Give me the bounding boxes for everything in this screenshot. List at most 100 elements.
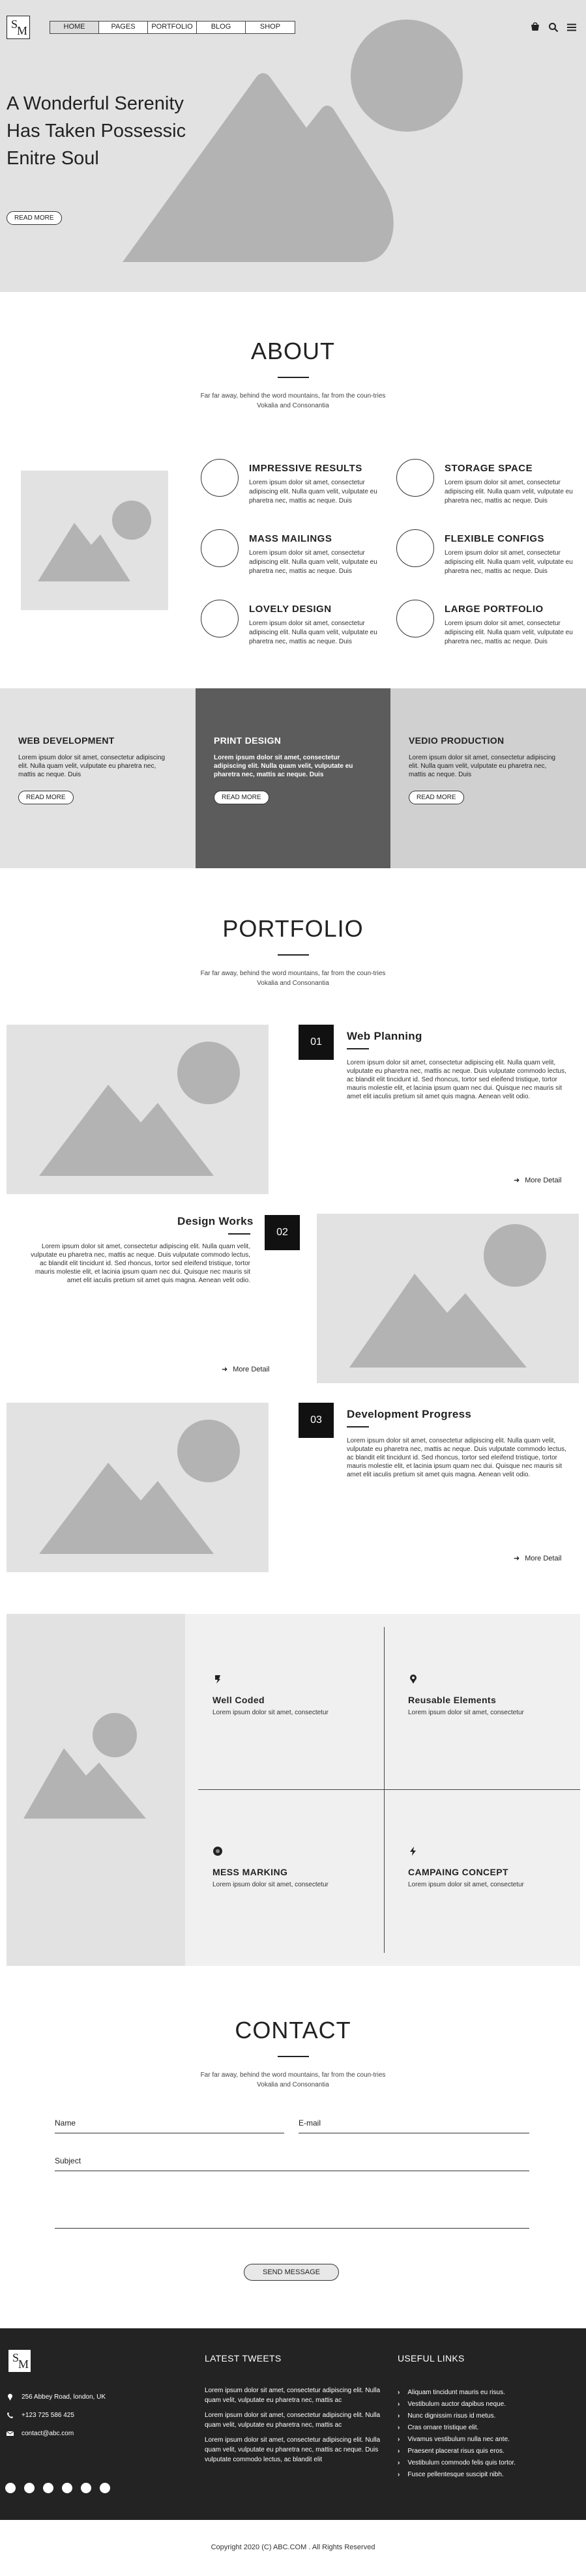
tweet-item: Lorem ipsum dolor sit amet, consectetur … <box>205 2387 381 2404</box>
contact-section: CONTACT Far far away, behind the word mo… <box>0 1966 586 2328</box>
nav-item-home[interactable]: HOME <box>50 22 99 33</box>
nav-item-blog[interactable]: BLOG <box>197 22 246 33</box>
cart-icon[interactable] <box>530 22 540 33</box>
portfolio-title: Web Planning <box>347 1030 422 1042</box>
nav-item-pages[interactable]: PAGES <box>99 22 148 33</box>
arrow-right-icon: ➜ <box>514 1555 520 1562</box>
social-icon[interactable] <box>100 2483 110 2493</box>
heading-divider <box>277 377 309 378</box>
footer-link[interactable]: Fusce pellentesque suscipit nibh. <box>398 2469 516 2481</box>
footer-link[interactable]: Vestibulum commodo felis quis tortor. <box>398 2457 516 2469</box>
service-vedio-production: VEDIO PRODUCTION Lorem ipsum dolor sit a… <box>390 688 586 868</box>
about-subtitle: Far far away, behind the word mountains,… <box>200 392 386 409</box>
menu-icon[interactable] <box>566 22 577 33</box>
hero-title: A Wonderful Serenity Has Taken Possessic… <box>7 93 186 169</box>
brand-logo[interactable]: SM <box>7 16 30 39</box>
top-nav: SM HOME PAGES PORTFOLIO BLOG SHOP <box>7 16 577 39</box>
more-detail-link[interactable]: ➜ More Detail <box>222 1365 269 1373</box>
useful-links-list: Aliquam tincidunt mauris eu risus. Vesti… <box>398 2387 516 2481</box>
feature-icon-circle <box>396 529 434 567</box>
nav-item-portfolio[interactable]: PORTFOLIO <box>148 22 197 33</box>
feature-icon-circle <box>201 459 239 497</box>
feature-reusable-elements: Reusable Elements Lorem ipsum dolor sit … <box>408 1674 578 1716</box>
contact-heading: CONTACT <box>235 2017 351 2043</box>
portfolio-section: PORTFOLIO Far far away, behind the word … <box>0 868 586 1607</box>
footer-logo[interactable]: SM <box>8 2349 31 2373</box>
footer-link[interactable]: Vestibulum auctor dapibus neque. <box>398 2399 516 2410</box>
more-detail-link[interactable]: ➜ More Detail <box>514 1176 561 1184</box>
search-icon[interactable] <box>548 22 559 33</box>
latest-tweets-title: LATEST TWEETS <box>205 2353 282 2364</box>
location-pin-icon <box>7 2393 14 2401</box>
portfolio-description: Lorem ipsum dolor sit amet, consectetur … <box>347 1059 566 1100</box>
footer-phone: +123 725 586 425 <box>7 2412 74 2419</box>
location-pin-icon <box>408 1674 418 1684</box>
footer-link[interactable]: Aliquam tincidunt mauris eu risus. <box>398 2387 516 2399</box>
social-icon[interactable] <box>43 2483 53 2493</box>
email-field-label: E-mail <box>299 2118 321 2128</box>
social-icon[interactable] <box>24 2483 35 2493</box>
footer-link[interactable]: Cras ornare tristique elit. <box>398 2422 516 2434</box>
portfolio-image-placeholder[interactable] <box>7 1403 269 1572</box>
hero-read-more-button[interactable]: READ MORE <box>7 211 62 225</box>
portfolio-subtitle: Far far away, behind the word mountains,… <box>200 970 386 987</box>
nav-icons <box>530 22 577 33</box>
contact-subtitle: Far far away, behind the word mountains,… <box>200 2071 386 2088</box>
footer-email: contact@abc.com <box>6 2430 74 2437</box>
envelope-icon <box>6 2430 14 2437</box>
social-icon[interactable] <box>5 2483 16 2493</box>
grid-divider-vertical <box>384 1627 385 1953</box>
feature-icon-circle <box>396 459 434 497</box>
name-field-label: Name <box>55 2118 76 2128</box>
nav-item-shop[interactable]: SHOP <box>246 22 295 33</box>
social-icon[interactable] <box>81 2483 91 2493</box>
footer-link[interactable]: Nunc dignissim risus id metus. <box>398 2410 516 2422</box>
heading-divider <box>277 2056 309 2057</box>
bolt-icon <box>408 1846 418 1856</box>
about-section: ABOUT Far far away, behind the word moun… <box>0 292 586 688</box>
portfolio-title-divider <box>347 1426 369 1427</box>
heading-divider <box>277 954 309 956</box>
portfolio-title: Development Progress <box>347 1408 472 1420</box>
read-more-button[interactable]: READ MORE <box>214 791 269 804</box>
portfolio-description: Lorem ipsum dolor sit amet, consectetur … <box>347 1437 566 1478</box>
social-icon[interactable] <box>62 2483 72 2493</box>
services-section: WEB DEVELOPMENT Lorem ipsum dolor sit am… <box>0 688 586 868</box>
feature-icon-circle <box>201 600 239 637</box>
arrow-right-icon: ➜ <box>514 1177 520 1184</box>
feature-well-coded: Well Coded Lorem ipsum dolor sit amet, c… <box>212 1674 382 1716</box>
about-heading: ABOUT <box>250 338 335 364</box>
service-print-design: PRINT DESIGN Lorem ipsum dolor sit amet,… <box>196 688 390 868</box>
feature-mess-marking: MESS MARKING Lorem ipsum dolor sit amet,… <box>212 1846 382 1888</box>
footer-link[interactable]: Vivamus vestibulum nulla nec ante. <box>398 2434 516 2446</box>
message-field[interactable] <box>55 2228 529 2229</box>
pen-nib-icon <box>212 1674 223 1684</box>
service-web-development: WEB DEVELOPMENT Lorem ipsum dolor sit am… <box>0 688 196 868</box>
read-more-button[interactable]: READ MORE <box>409 791 464 804</box>
tweet-item: Lorem ipsum dolor sit amet, consectetur … <box>205 2437 381 2463</box>
footer: SM 256 Abbey Road, london, UK +123 725 5… <box>0 2328 586 2520</box>
portfolio-image-placeholder[interactable] <box>7 1025 269 1194</box>
footer-address: 256 Abbey Road, london, UK <box>7 2393 106 2401</box>
portfolio-title-divider <box>347 1048 369 1049</box>
features-image-placeholder <box>7 1614 185 1966</box>
copyright: Copyright 2020 (C) ABC.COM . All Rights … <box>211 2543 375 2551</box>
footer-link[interactable]: Praesent placerat risus quis eros. <box>398 2446 516 2457</box>
social-icons <box>5 2483 110 2493</box>
portfolio-number-badge: 01 <box>299 1025 334 1060</box>
features-grid-section: Well Coded Lorem ipsum dolor sit amet, c… <box>0 1607 586 1966</box>
about-image-placeholder <box>21 471 168 610</box>
send-message-button[interactable]: SEND MESSAGE <box>244 2264 340 2281</box>
tweet-item: Lorem ipsum dolor sit amet, consectetur … <box>205 2412 381 2429</box>
phone-icon <box>7 2412 14 2419</box>
portfolio-description: Lorem ipsum dolor sit amet, consectetur … <box>31 1243 250 1284</box>
features-grid: Well Coded Lorem ipsum dolor sit amet, c… <box>185 1614 580 1966</box>
more-detail-link[interactable]: ➜ More Detail <box>514 1554 561 1562</box>
portfolio-image-placeholder[interactable] <box>317 1214 579 1383</box>
read-more-button[interactable]: READ MORE <box>18 791 74 804</box>
gear-icon <box>212 1846 223 1856</box>
portfolio-title: Design Works <box>177 1215 254 1227</box>
portfolio-title-divider <box>228 1233 250 1235</box>
portfolio-number-badge: 03 <box>299 1403 334 1438</box>
portfolio-number-badge: 02 <box>265 1215 300 1250</box>
